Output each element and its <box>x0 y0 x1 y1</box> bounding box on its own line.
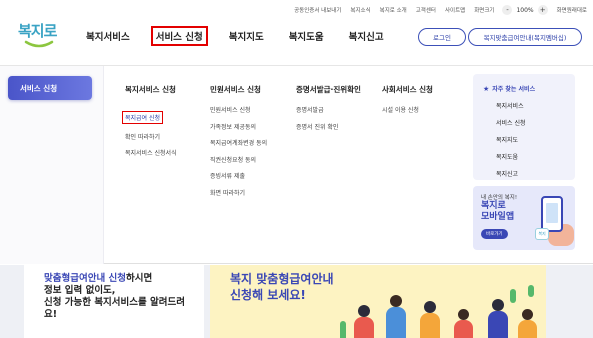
menu-link-family-consent[interactable]: 가족정보 제공동의 <box>210 122 267 131</box>
nav-welfare-map[interactable]: 복지지도 <box>225 27 268 45</box>
logo-smile-icon <box>24 40 54 48</box>
nav-service-apply[interactable]: 서비스 신청 <box>150 26 208 46</box>
frequent-services-title: ★ 자주 찾는 서비스 <box>483 84 536 94</box>
hero-left-panel: 맞춤형급여안내 신청하시면 정보 입력 없이도, 신청 가능한 복지서비스를 알… <box>24 265 204 338</box>
menu-link-civil-service[interactable]: 민원서비스 신청 <box>210 105 267 114</box>
nav-welfare-report[interactable]: 복지신고 <box>345 27 388 45</box>
nav-welfare-help[interactable]: 복지도움 <box>285 27 328 45</box>
menu-link-certificate-verify[interactable]: 증명서 진위 확인 <box>296 122 361 131</box>
zoom-control: - 100% + <box>502 5 548 15</box>
site-header: 공동인증서 내보내기 복지소식 복지로 소개 고객센터 사이트맵 화면크기 - … <box>0 0 593 66</box>
util-link-sitemap[interactable]: 사이트맵 <box>445 6 465 14</box>
menu-link-screen-guide[interactable]: 화면 따라하기 <box>210 188 267 197</box>
util-link-support[interactable]: 고객센터 <box>416 6 436 14</box>
menu-link-certificate-issue[interactable]: 증명서발급 <box>296 105 361 114</box>
login-button[interactable]: 로그인 <box>418 28 466 46</box>
hero-left-line3: 신청 가능한 복지서비스를 알려드려 <box>44 297 186 308</box>
app-banner-title: 복지로 모바일앱 <box>481 201 514 223</box>
menu-link-welfare-benefit-apply[interactable]: 복지급여 신청 <box>122 111 164 124</box>
frequent-services-label: 자주 찾는 서비스 <box>492 86 536 93</box>
menu-link-apply-forms[interactable]: 복지서비스 신청서식 <box>125 148 177 157</box>
star-icon: ★ <box>483 84 490 93</box>
menu-link-submit-documents[interactable]: 증빙서류 제출 <box>210 171 267 180</box>
mobile-app-banner[interactable]: 내 손안의 복지! 복지로 모바일앱 바로가기 복지 <box>473 186 575 250</box>
hero-right-line2: 신청해 보세요! <box>230 288 306 302</box>
nav-welfare-services[interactable]: 복지서비스 <box>82 27 134 45</box>
frequent-services-list: 복지서비스 서비스 신청 복지지도 복지도움 복지신고 <box>496 101 526 186</box>
menu-column-civil-apply: 민원서비스 신청 민원서비스 신청 가족정보 제공동의 복지급여계좌변경 동의 … <box>210 84 267 204</box>
menu-column-title[interactable]: 증명서발급·진위확인 <box>296 84 361 95</box>
frequent-link-welfare-services[interactable]: 복지서비스 <box>496 101 526 110</box>
menu-column-title[interactable]: 민원서비스 신청 <box>210 84 267 95</box>
app-banner-go-button[interactable]: 바로가기 <box>481 229 508 239</box>
zoom-reset-button[interactable]: 화면원래대로 <box>557 6 587 14</box>
app-logo-icon: 복지 <box>535 228 549 240</box>
hero-right-line1: 복지 맞춤형급여안내 <box>230 272 334 286</box>
hero-left-line1: 하시면 <box>125 273 153 284</box>
app-banner-title-line2: 모바일앱 <box>481 212 515 222</box>
hero-left-text: 맞춤형급여안내 신청하시면 정보 입력 없이도, 신청 가능한 복지서비스를 알… <box>44 273 185 321</box>
menu-column-certificates: 증명서발급·진위확인 증명서발급 증명서 진위 확인 <box>296 84 361 138</box>
app-banner-subtitle: 내 손안의 복지! <box>481 195 518 201</box>
mega-menu: 서비스 신청 복지서비스 신청 복지급여 신청 확인 따라하기 복지서비스 신청… <box>0 66 593 264</box>
zoom-in-button[interactable]: + <box>537 5 548 15</box>
phone-icon <box>541 196 563 232</box>
util-link-certificate[interactable]: 공동인증서 내보내기 <box>294 6 341 14</box>
mega-tab-service-apply[interactable]: 서비스 신청 <box>8 76 92 100</box>
menu-link-ex-officio[interactable]: 직권신청요청 동의 <box>210 155 267 164</box>
menu-column-title[interactable]: 사회서비스 신청 <box>382 84 433 95</box>
menu-link-follow-guide[interactable]: 확인 따라하기 <box>125 132 177 141</box>
main-nav: 복지서비스 서비스 신청 복지지도 복지도움 복지신고 <box>82 26 405 46</box>
util-link-about[interactable]: 복지로 소개 <box>380 6 407 14</box>
menu-link-account-change[interactable]: 복지급여계좌변경 동의 <box>210 138 267 147</box>
util-label-screen-size: 화면크기 <box>474 8 495 14</box>
menu-column-social-apply: 사회서비스 신청 시설 이용 신청 <box>382 84 433 122</box>
frequent-link-service-apply[interactable]: 서비스 신청 <box>496 118 526 127</box>
logo-text: 복지로 <box>18 22 57 40</box>
util-link-news[interactable]: 복지소식 <box>350 6 370 14</box>
hero-left-highlight: 맞춤형급여안내 신청 <box>44 273 126 284</box>
menu-link-facility-use[interactable]: 시설 이용 신청 <box>382 105 433 114</box>
frequent-link-welfare-help[interactable]: 복지도움 <box>496 152 526 161</box>
hero-left-line2: 정보 입력 없이도, <box>44 285 116 296</box>
zoom-value: 100% <box>516 6 534 14</box>
frequent-link-welfare-map[interactable]: 복지지도 <box>496 135 526 144</box>
mega-menu-sidebar: 서비스 신청 <box>0 66 104 264</box>
site-logo[interactable]: 복지로 <box>18 18 68 54</box>
app-banner-title-line1: 복지로 <box>481 201 506 211</box>
hero-left-line4: 요! <box>44 309 58 320</box>
zoom-out-button[interactable]: - <box>502 5 513 15</box>
frequent-services-box: ★ 자주 찾는 서비스 복지서비스 서비스 신청 복지지도 복지도움 복지신고 <box>473 74 575 180</box>
menu-column-title[interactable]: 복지서비스 신청 <box>125 84 177 95</box>
custom-benefit-guide-button[interactable]: 복지맞춤급여안내(복지멤버십) <box>468 28 582 46</box>
utility-bar: 공동인증서 내보내기 복지소식 복지로 소개 고객센터 사이트맵 화면크기 - … <box>285 4 587 16</box>
hero-right-text: 복지 맞춤형급여안내 신청해 보세요! <box>230 271 334 303</box>
frequent-link-welfare-report[interactable]: 복지신고 <box>496 169 526 178</box>
menu-column-welfare-apply: 복지서비스 신청 복지급여 신청 확인 따라하기 복지서비스 신청서식 <box>122 84 177 165</box>
hero-right-banner[interactable]: 복지 맞춤형급여안내 신청해 보세요! <box>210 265 546 338</box>
